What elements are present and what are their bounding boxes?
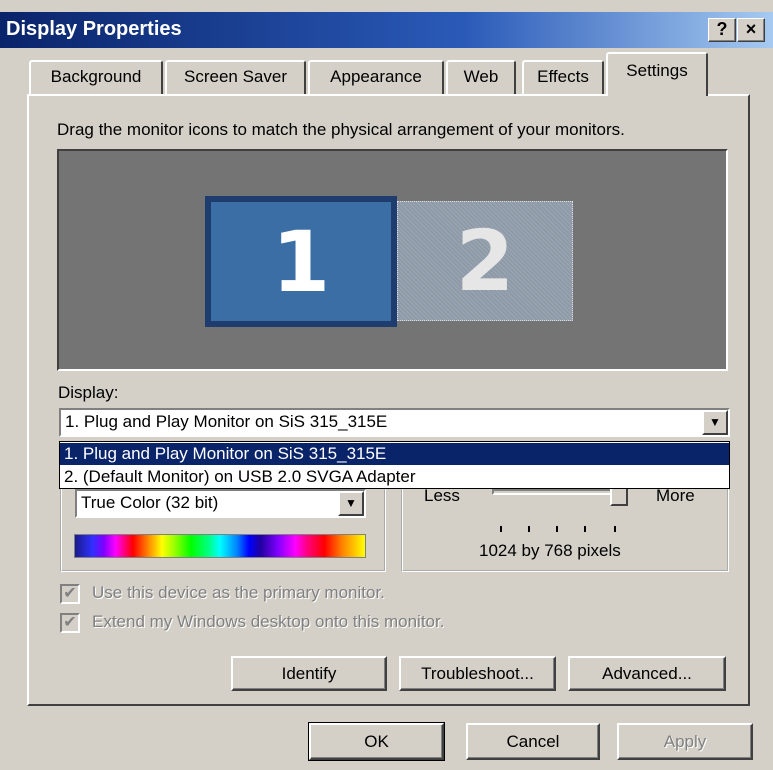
extend-desktop-label: Extend my Windows desktop onto this moni… [92, 612, 445, 631]
check-icon: ✔ [60, 584, 80, 604]
slider-tick [528, 526, 530, 532]
resolution-less-label: Less [424, 486, 460, 505]
check-icon: ✔ [60, 613, 80, 633]
close-button[interactable]: × [737, 18, 765, 42]
help-button[interactable]: ? [708, 18, 736, 42]
tab-effects[interactable]: Effects [522, 60, 604, 94]
tab-settings[interactable]: Settings [606, 52, 708, 96]
monitor-1-icon[interactable]: 1 [205, 196, 397, 327]
monitor-2-icon[interactable]: 2 [397, 201, 573, 321]
ok-button[interactable]: OK [308, 722, 445, 761]
display-select-value: 1. Plug and Play Monitor on SiS 315_315E [65, 412, 388, 431]
display-dropdown-list[interactable]: 1. Plug and Play Monitor on SiS 315_315E… [59, 441, 730, 489]
primary-monitor-label: Use this device as the primary monitor. [92, 583, 385, 602]
monitor-2-number: 2 [455, 212, 515, 310]
identify-button[interactable]: Identify [231, 656, 387, 691]
display-select[interactable]: 1. Plug and Play Monitor on SiS 315_315E… [59, 408, 730, 437]
troubleshoot-button[interactable]: Troubleshoot... [399, 656, 556, 691]
color-quality-value: True Color (32 bit) [81, 493, 219, 512]
color-spectrum-bar [74, 534, 366, 558]
monitor-1-screen: 1 [211, 202, 391, 321]
slider-tick [614, 526, 616, 532]
chevron-down-icon[interactable]: ▼ [702, 410, 728, 435]
monitor-1-number: 1 [271, 212, 331, 311]
chevron-down-icon[interactable]: ▼ [338, 491, 364, 516]
resolution-slider-track[interactable] [492, 489, 626, 495]
extend-desktop-checkbox[interactable]: ✔ Extend my Windows desktop onto this mo… [60, 612, 560, 635]
title-bar[interactable]: Display Properties ? × [0, 12, 773, 48]
primary-monitor-checkbox[interactable]: ✔ Use this device as the primary monitor… [60, 583, 520, 606]
display-option[interactable]: 2. (Default Monitor) on USB 2.0 SVGA Ada… [60, 466, 729, 488]
cancel-button[interactable]: Cancel [466, 723, 600, 760]
color-quality-select[interactable]: True Color (32 bit) ▼ [75, 489, 366, 518]
resolution-value: 1024 by 768 pixels [479, 541, 621, 560]
display-label: Display: [58, 383, 119, 402]
advanced-button[interactable]: Advanced... [568, 656, 726, 691]
slider-tick [556, 526, 558, 532]
tab-appearance[interactable]: Appearance [308, 60, 444, 94]
apply-button[interactable]: Apply [617, 723, 753, 760]
display-properties-dialog: Display Properties ? × Background Screen… [0, 0, 773, 770]
resolution-more-label: More [656, 486, 695, 505]
window-title: Display Properties [6, 18, 182, 40]
slider-tick [584, 526, 586, 532]
instructions-text: Drag the monitor icons to match the phys… [57, 120, 625, 139]
tab-web[interactable]: Web [446, 60, 516, 94]
tab-screen-saver[interactable]: Screen Saver [165, 60, 306, 94]
slider-tick [500, 526, 502, 532]
display-option[interactable]: 1. Plug and Play Monitor on SiS 315_315E [60, 443, 729, 465]
tab-background[interactable]: Background [29, 60, 163, 94]
